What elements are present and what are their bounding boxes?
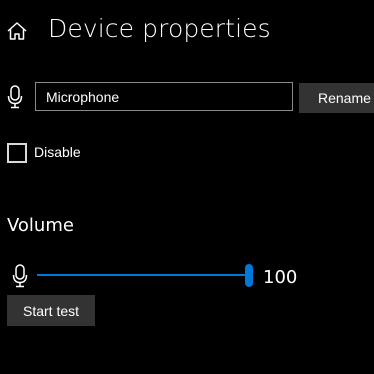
volume-slider[interactable] xyxy=(37,264,253,288)
microphone-icon xyxy=(7,85,23,109)
volume-slider-thumb[interactable] xyxy=(245,264,253,287)
page-header: Device properties xyxy=(0,10,374,50)
volume-value: 100 xyxy=(263,267,298,288)
start-test-button[interactable]: Start test xyxy=(7,295,95,326)
disable-checkbox[interactable] xyxy=(7,143,27,163)
microphone-icon xyxy=(12,264,28,288)
volume-heading: Volume xyxy=(7,215,74,236)
volume-slider-fill xyxy=(37,274,249,276)
disable-label: Disable xyxy=(34,144,81,160)
device-properties-page: Device properties Rename Disable Volume … xyxy=(0,0,374,374)
home-icon[interactable] xyxy=(6,20,28,42)
page-title: Device properties xyxy=(48,14,271,43)
rename-button[interactable]: Rename xyxy=(299,83,374,113)
device-name-input[interactable] xyxy=(35,82,293,111)
